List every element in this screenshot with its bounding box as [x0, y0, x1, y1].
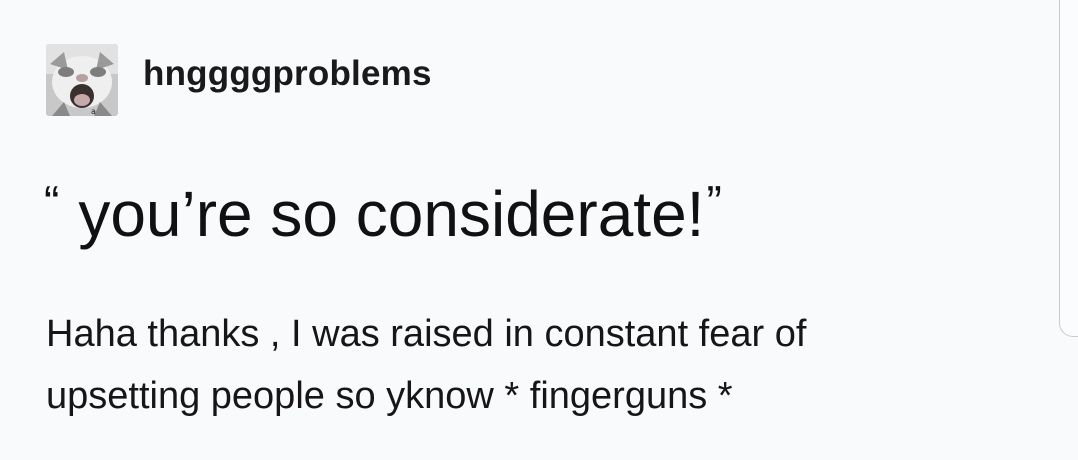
open-quote-mark: “: [44, 176, 61, 228]
reply-line-2: upsetting people so yknow * fingerguns *: [46, 375, 733, 417]
close-quote-mark: ”: [706, 176, 722, 228]
post-username[interactable]: hnggggproblems: [143, 52, 432, 96]
quoted-text: “ you’re so considerate!”: [44, 160, 722, 256]
reply-text: Haha thanks , I was raised in constant f…: [46, 303, 806, 427]
reply-line-1: Haha thanks , I was raised in constant f…: [46, 313, 807, 355]
quote-body: you’re so considerate!: [78, 178, 705, 250]
cat-avatar-icon: a: [46, 44, 118, 116]
tumblr-post: a hnggggproblems “ you’re so considerate!…: [0, 0, 1078, 460]
scrollbar-edge[interactable]: [1059, 0, 1078, 337]
avatar-caption: a: [91, 107, 96, 116]
user-avatar[interactable]: a: [46, 44, 118, 116]
